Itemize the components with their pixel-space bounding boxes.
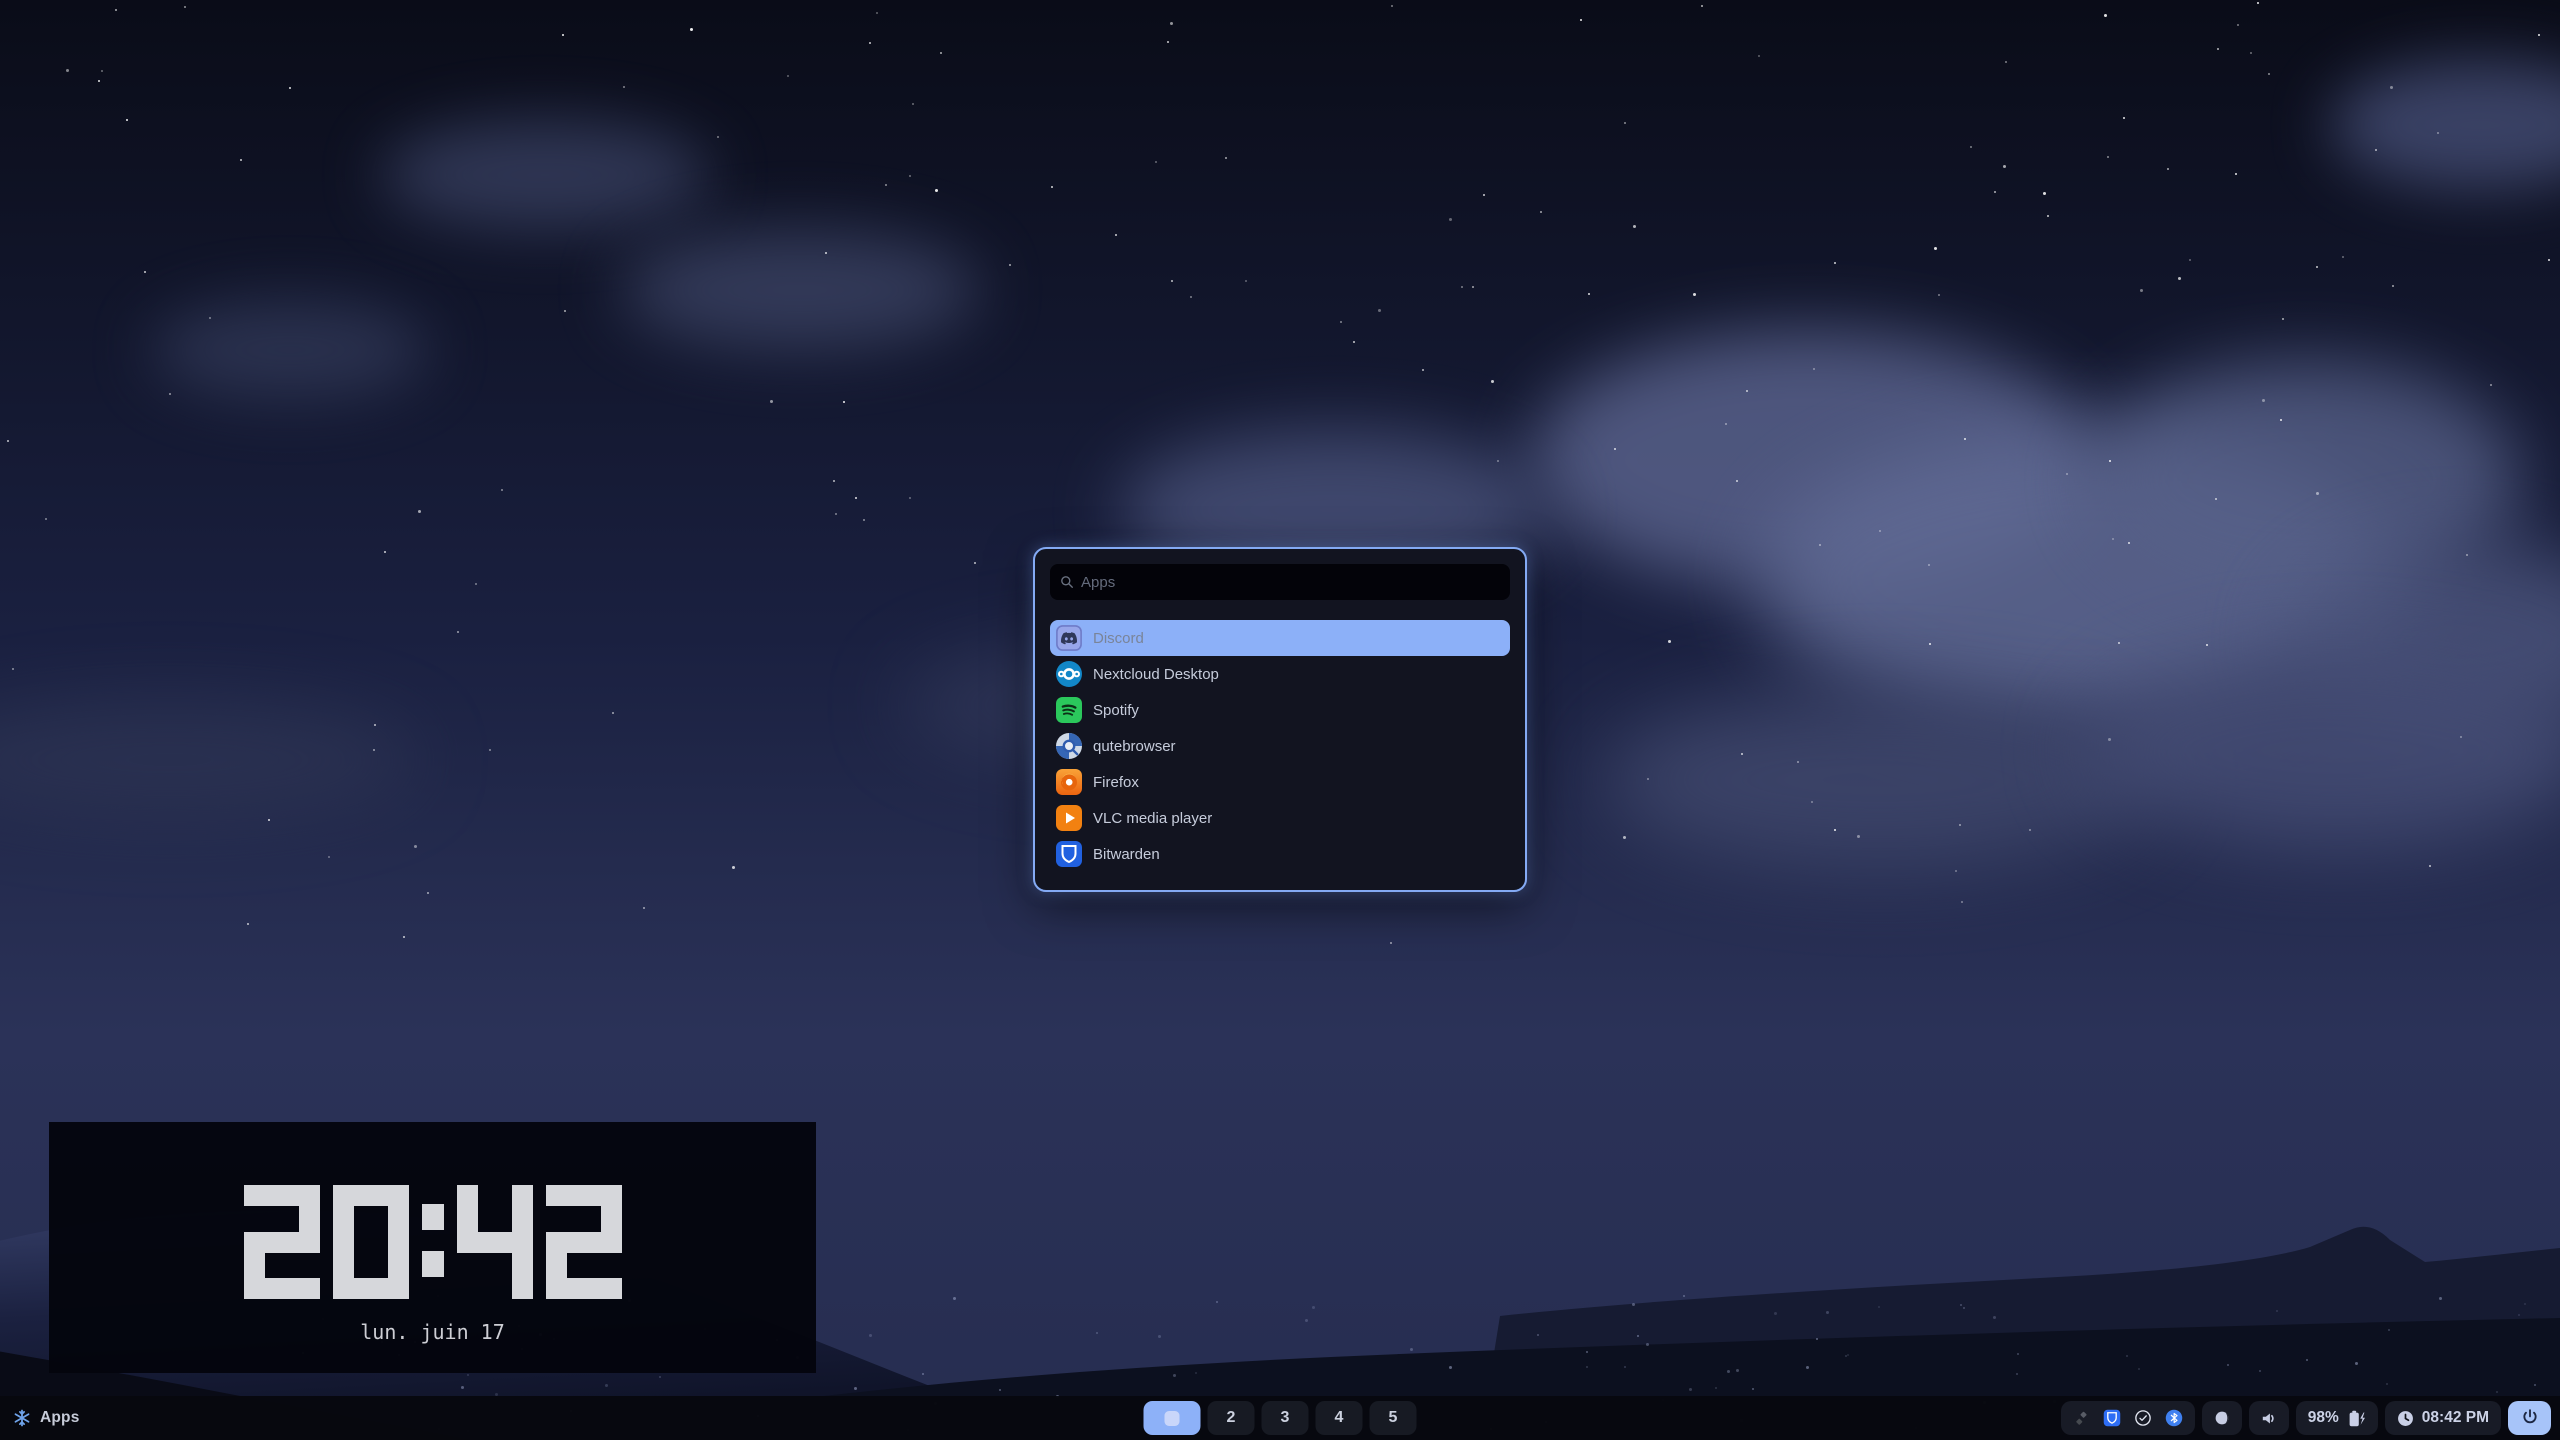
power-button[interactable] <box>2508 1401 2551 1435</box>
battery-percent: 98% <box>2308 1409 2339 1427</box>
spotify-icon <box>1056 697 1082 723</box>
app-label: Bitwarden <box>1093 846 1160 863</box>
app-label: Discord <box>1093 630 1144 647</box>
clock-indicator[interactable]: 08:42 PM <box>2385 1401 2501 1435</box>
workspace-button-1[interactable] <box>1144 1401 1201 1435</box>
firefox-icon <box>1056 769 1082 795</box>
app-row-bitwarden[interactable]: Bitwarden <box>1050 836 1510 872</box>
power-icon <box>2520 1408 2540 1428</box>
app-label: qutebrowser <box>1093 738 1176 755</box>
bitwarden-icon <box>1056 841 1082 867</box>
volume-icon <box>2259 1409 2278 1428</box>
workspace-active-indicator <box>1165 1411 1180 1426</box>
system-tray: 98% 08:42 PM <box>2061 1401 2551 1435</box>
digital-clock-time <box>49 1185 816 1299</box>
app-row-nextcloud[interactable]: Nextcloud Desktop <box>1050 656 1510 692</box>
sync-arrows-icon[interactable] <box>2073 1410 2090 1427</box>
app-label: Spotify <box>1093 702 1139 719</box>
vlc-icon <box>1056 805 1082 831</box>
clock-icon <box>2397 1410 2414 1427</box>
night-light-button[interactable] <box>2202 1401 2242 1435</box>
apps-menu-label: Apps <box>40 1409 80 1427</box>
battery-indicator[interactable]: 98% <box>2296 1401 2378 1435</box>
discord-icon <box>1056 625 1082 651</box>
nix-snowflake-icon <box>13 1409 31 1427</box>
app-row-discord[interactable]: Discord <box>1050 620 1510 656</box>
apps-menu-button[interactable]: Apps <box>13 1409 80 1427</box>
workspace-button-5[interactable]: 5 <box>1370 1401 1417 1435</box>
workspace-button-4[interactable]: 4 <box>1316 1401 1363 1435</box>
app-list: Discord Nextcloud Desktop <box>1050 620 1510 872</box>
taskbar: Apps 2 3 4 5 <box>0 1396 2560 1440</box>
app-row-spotify[interactable]: Spotify <box>1050 692 1510 728</box>
search-icon <box>1059 574 1075 590</box>
app-row-firefox[interactable]: Firefox <box>1050 764 1510 800</box>
bitwarden-tray-icon[interactable] <box>2103 1409 2121 1427</box>
battery-charging-icon <box>2346 1409 2366 1428</box>
workspace-switcher: 2 3 4 5 <box>1144 1401 1417 1435</box>
app-row-vlc[interactable]: VLC media player <box>1050 800 1510 836</box>
app-label: Nextcloud Desktop <box>1093 666 1219 683</box>
volume-button[interactable] <box>2249 1401 2289 1435</box>
workspace-button-3[interactable]: 3 <box>1262 1401 1309 1435</box>
tray-status-icons <box>2061 1401 2195 1435</box>
desktop: lun. juin 17 <box>0 0 2560 1440</box>
app-label: Firefox <box>1093 774 1139 791</box>
launcher-search[interactable] <box>1050 564 1510 600</box>
app-label: VLC media player <box>1093 810 1212 827</box>
workspace-button-2[interactable]: 2 <box>1208 1401 1255 1435</box>
nextcloud-icon <box>1056 661 1082 687</box>
app-launcher: Discord Nextcloud Desktop <box>1033 547 1527 892</box>
bluetooth-icon[interactable] <box>2165 1409 2183 1427</box>
taskbar-time: 08:42 PM <box>2422 1409 2489 1427</box>
app-row-qutebrowser[interactable]: qutebrowser <box>1050 728 1510 764</box>
night-light-icon <box>2213 1409 2231 1427</box>
search-input[interactable] <box>1050 564 1510 600</box>
check-circle-icon[interactable] <box>2134 1409 2152 1427</box>
qutebrowser-icon <box>1056 733 1082 759</box>
clock-date: lun. juin 17 <box>49 1320 816 1344</box>
clock-widget: lun. juin 17 <box>49 1122 816 1373</box>
